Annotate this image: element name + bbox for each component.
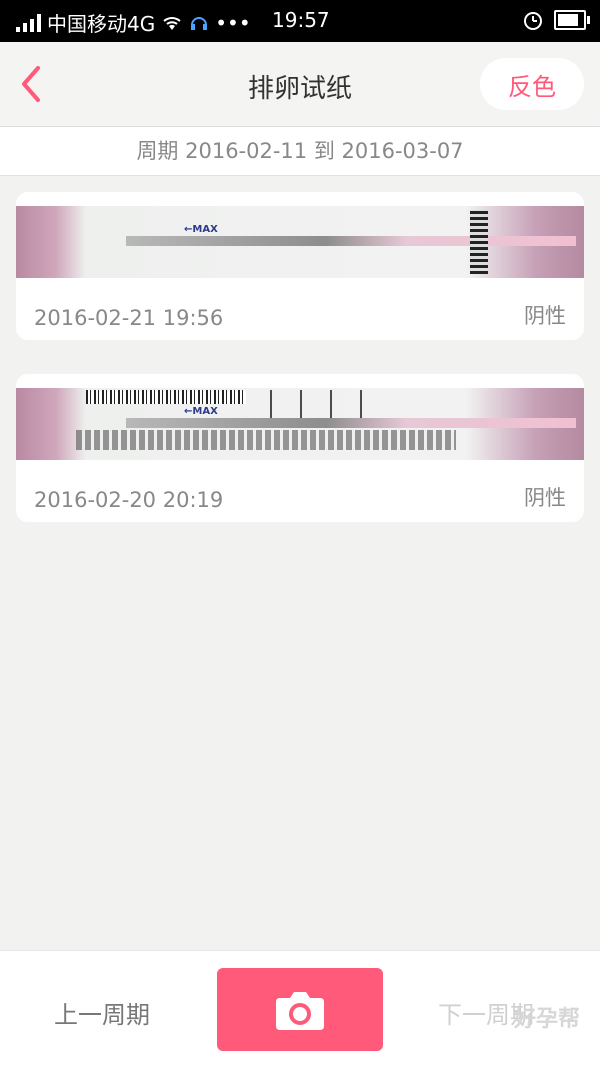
status-time: 19:57 <box>272 8 330 32</box>
wifi-icon <box>163 16 181 30</box>
bottom-bar: 上一周期 下一周期 好孕帮 <box>0 950 600 1068</box>
entry-datetime: 2016-02-21 19:56 <box>34 306 224 330</box>
test-strip-image: ←MAX <box>16 206 584 278</box>
headset-icon <box>191 16 208 30</box>
entry-result: 阴性 <box>524 304 566 328</box>
test-entry-card[interactable]: ←MAX 2016-02-20 20:19 阴性 <box>16 374 584 522</box>
camera-button[interactable] <box>217 968 383 1051</box>
nav-bar: 排卵试纸 反色 <box>0 42 600 127</box>
strip-qr-code <box>470 210 488 274</box>
status-left: 中国移动4G ••• <box>16 8 251 37</box>
strip-printed-text <box>76 430 456 450</box>
camera-icon <box>276 991 324 1030</box>
entry-datetime: 2016-02-20 20:19 <box>34 488 224 512</box>
status-right <box>522 9 590 31</box>
more-dots-icon: ••• <box>215 10 251 35</box>
strip-barcode <box>86 390 246 404</box>
strip-scale-boxes <box>256 390 376 418</box>
signal-icon <box>16 13 41 32</box>
alarm-icon <box>524 12 542 30</box>
strip-max-marker: ←MAX <box>184 224 218 235</box>
invert-color-button[interactable]: 反色 <box>480 58 584 110</box>
test-strip-image: ←MAX <box>16 388 584 460</box>
brand-watermark: 好孕帮 <box>513 1007 580 1032</box>
previous-cycle-button[interactable]: 上一周期 <box>54 995 150 1030</box>
test-entry-card[interactable]: ←MAX 2016-02-21 19:56 阴性 <box>16 192 584 340</box>
cycle-period-label: 周期 2016-02-11 到 2016-03-07 <box>0 127 600 176</box>
entry-result: 阴性 <box>524 486 566 510</box>
carrier-label: 中国移动4G <box>47 12 156 36</box>
battery-icon <box>554 10 590 30</box>
strip-max-marker: ←MAX <box>184 406 218 417</box>
status-bar: 中国移动4G ••• 19:57 <box>0 0 600 42</box>
